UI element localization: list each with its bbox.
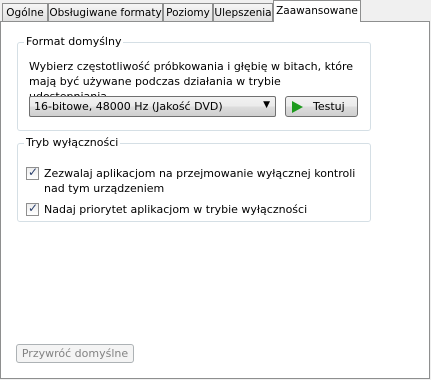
checkmark-icon: ✓ [28,165,39,179]
restore-defaults-button[interactable]: Przywróć domyślne [16,344,134,363]
exclusive-mode-group: Tryb wyłączności ✓ Zezwalaj aplikacjom n… [17,136,371,222]
exclusive-priority-option[interactable]: ✓ Nadaj priorytet aplikacjom w trybie wy… [26,201,361,218]
default-format-group: Format domyślny Wybierz częstotliwość pr… [17,35,371,131]
allow-exclusive-control-label: Zezwalaj aplikacjom na przejmowanie wyłą… [44,167,356,195]
chevron-down-icon: ▼ [263,100,270,110]
exclusive-mode-title: Tryb wyłączności [24,136,121,149]
tab-panel-advanced: Format domyślny Wybierz częstotliwość pr… [0,21,430,379]
tab-advanced[interactable]: Zaawansowane [273,0,361,22]
test-button[interactable]: Testuj [285,96,358,117]
exclusive-priority-checkbox[interactable]: ✓ [26,201,39,216]
default-format-title: Format domyślny [24,35,124,48]
tab-strip: Ogólne Obsługiwane formaty Poziomy Uleps… [0,0,431,22]
sample-format-value: 16-bitowe, 48000 Hz (Jakość DVD) [34,100,223,113]
sample-format-dropdown[interactable]: 16-bitowe, 48000 Hz (Jakość DVD) ▼ [29,96,276,117]
allow-exclusive-control-checkbox[interactable]: ✓ [26,165,39,180]
exclusive-priority-label: Nadaj priorytet aplikacjom w trybie wyłą… [44,203,308,216]
tab-general[interactable]: Ogólne [2,3,48,21]
checkmark-icon: ✓ [28,201,39,215]
play-icon [292,101,303,113]
test-button-label: Testuj [313,100,345,113]
tab-supported-formats[interactable]: Obsługiwane formaty [48,3,163,21]
tab-enhancements[interactable]: Ulepszenia [213,3,273,21]
tab-levels[interactable]: Poziomy [163,3,213,21]
allow-exclusive-control-option[interactable]: ✓ Zezwalaj aplikacjom na przejmowanie wy… [26,165,361,197]
